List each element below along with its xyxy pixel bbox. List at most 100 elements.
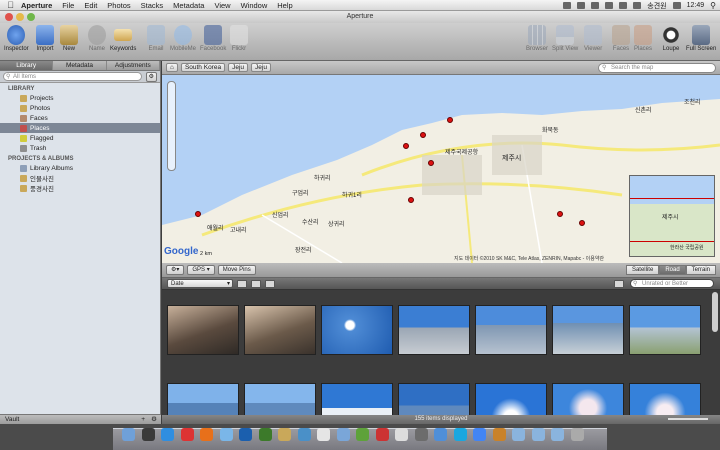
map-type-satellite[interactable]: Satellite (625, 265, 660, 275)
preview-dock-icon[interactable] (297, 428, 311, 441)
map-home-icon[interactable]: ⌂ (166, 63, 178, 72)
map-pin[interactable] (195, 211, 201, 217)
sidebar-item-projects[interactable]: Projects (0, 93, 160, 103)
crumb-country[interactable]: South Korea (180, 63, 226, 72)
photo-thumbnail[interactable] (552, 305, 624, 355)
apple-menu-icon[interactable]:  (6, 0, 15, 10)
menu-window[interactable]: Window (241, 1, 268, 10)
user-name[interactable]: 송견원 (647, 1, 666, 11)
evernote-tray-icon[interactable] (563, 2, 572, 9)
map-type-road[interactable]: Road (659, 265, 686, 275)
sort-select[interactable]: Date ▾ (167, 279, 233, 288)
map-pin[interactable] (420, 132, 426, 138)
sidebar-item-faces[interactable]: Faces (0, 113, 160, 123)
downloads-dock-icon[interactable] (531, 428, 545, 441)
photo-thumbnail[interactable] (552, 383, 624, 415)
crumb-city[interactable]: Jeju (251, 63, 271, 72)
new-button[interactable]: New (60, 25, 78, 52)
calendar-dock-icon[interactable] (317, 428, 330, 441)
import-button[interactable]: Import (36, 25, 54, 52)
inspector-button[interactable]: Inspector (4, 25, 29, 52)
time-machine-icon[interactable] (591, 2, 600, 9)
map-pin[interactable] (403, 143, 409, 149)
photo-thumbnail[interactable] (398, 305, 470, 355)
library-header[interactable]: LIBRARY (0, 83, 160, 93)
battery-icon[interactable] (633, 2, 642, 9)
flickr-button[interactable]: Flickr (230, 25, 248, 52)
ical-dock-icon[interactable] (375, 428, 389, 441)
aperture-dock-icon[interactable] (414, 428, 428, 441)
wifi-signal-icon[interactable] (672, 2, 681, 9)
itunes-dock-icon[interactable] (219, 428, 233, 441)
photo-browser[interactable] (162, 290, 720, 415)
sidebar-item-portrait-photos[interactable]: 인물사진 (0, 173, 160, 183)
sidebar-item-landscape-photos[interactable]: 풍경사진 (0, 183, 160, 193)
grid-view-icon[interactable] (251, 279, 261, 288)
mobileme-button[interactable]: MobileMe (170, 25, 196, 52)
photo-thumbnail[interactable] (629, 305, 701, 355)
library-action-gear-icon[interactable]: ⚙ (145, 71, 157, 82)
photo-thumbnail[interactable] (475, 305, 547, 355)
menu-file[interactable]: File (62, 1, 74, 10)
clock[interactable]: 12:49 (687, 2, 705, 9)
minimize-window-icon[interactable] (16, 13, 24, 21)
email-button[interactable]: Email (147, 25, 165, 52)
photoshop-dock-icon[interactable] (239, 428, 252, 441)
finder-dock-icon[interactable] (122, 428, 135, 441)
folder-dock-icon[interactable] (512, 428, 525, 441)
keywords-button[interactable]: Keywords (110, 25, 136, 52)
map-type-terrain[interactable]: Terrain (685, 265, 716, 275)
menu-stacks[interactable]: Stacks (141, 1, 164, 10)
crumb-province[interactable]: Jeju (228, 63, 249, 72)
wifi-icon[interactable] (605, 2, 614, 9)
photo-thumbnail[interactable] (398, 383, 470, 415)
menu-metadata[interactable]: Metadata (173, 1, 204, 10)
menu-edit[interactable]: Edit (84, 1, 97, 10)
dashboard-dock-icon[interactable] (141, 428, 155, 441)
sidebar-item-places[interactable]: Places (0, 123, 160, 133)
firefox-dock-icon[interactable] (200, 428, 213, 441)
photo-thumbnail[interactable] (167, 305, 239, 355)
vault-bar[interactable]: Vault + ⚙ (0, 414, 161, 424)
faces-button[interactable]: Faces (612, 25, 630, 52)
spotlight-icon[interactable]: ⚲ (710, 1, 716, 10)
opera-dock-icon[interactable] (180, 428, 194, 441)
menu-app-name[interactable]: Aperture (21, 1, 52, 10)
gps-menu-button[interactable]: GPS ▾ (187, 265, 215, 275)
move-pins-button[interactable]: Move Pins (217, 265, 256, 275)
menu-help[interactable]: Help (277, 1, 292, 10)
evernote-dock-icon[interactable] (356, 428, 369, 441)
full-screen-button[interactable]: Full Screen (686, 25, 716, 52)
sidebar-item-library-albums[interactable]: Library Albums (0, 163, 160, 173)
bluetooth-icon[interactable] (577, 2, 586, 9)
photo-thumbnail[interactable] (167, 383, 239, 415)
map-action-gear-icon[interactable]: ⚙▾ (166, 265, 185, 275)
browser-filter-input[interactable]: ⚲ Unrated or Better (630, 279, 714, 288)
list-view-icon[interactable] (265, 279, 275, 288)
thumbnail-size-slider[interactable] (668, 418, 708, 420)
map-pin[interactable] (579, 220, 585, 226)
split-view-button[interactable]: Split View (552, 25, 578, 52)
browser-scrollbar[interactable] (712, 292, 718, 332)
photo-thumbnail[interactable] (321, 383, 393, 415)
map-overview-inset[interactable]: 제주시 한라산 국립공원 (629, 175, 715, 257)
tab-library[interactable]: Library (0, 61, 54, 70)
map-zoom-slider[interactable] (167, 81, 176, 171)
map-search-input[interactable]: ⚲ Search the map (598, 63, 716, 73)
menu-view[interactable]: View (214, 1, 230, 10)
photo-thumbnail[interactable] (629, 383, 701, 415)
sidebar-item-trash[interactable]: Trash (0, 143, 160, 153)
filmstrip-view-icon[interactable] (237, 279, 247, 288)
places-map[interactable]: 제주시 한라산 국립공원 제주국제공항 제주시 화북동 신촌리 조천리 구엄리 … (162, 75, 720, 263)
sidebar-item-photos[interactable]: Photos (0, 103, 160, 113)
volume-icon[interactable] (619, 2, 628, 9)
text-dock-icon[interactable] (395, 428, 408, 441)
library-search-input[interactable]: ⚲ All Items (3, 72, 142, 81)
map-pin[interactable] (428, 160, 434, 166)
name-button[interactable]: Name (88, 25, 106, 52)
skype-dock-icon[interactable] (453, 428, 467, 441)
loupe-button[interactable]: Loupe (662, 25, 680, 52)
viewer-button[interactable]: Viewer (584, 25, 602, 52)
mail-dock-icon[interactable] (336, 428, 350, 441)
browser-button[interactable]: Browser (526, 25, 548, 52)
